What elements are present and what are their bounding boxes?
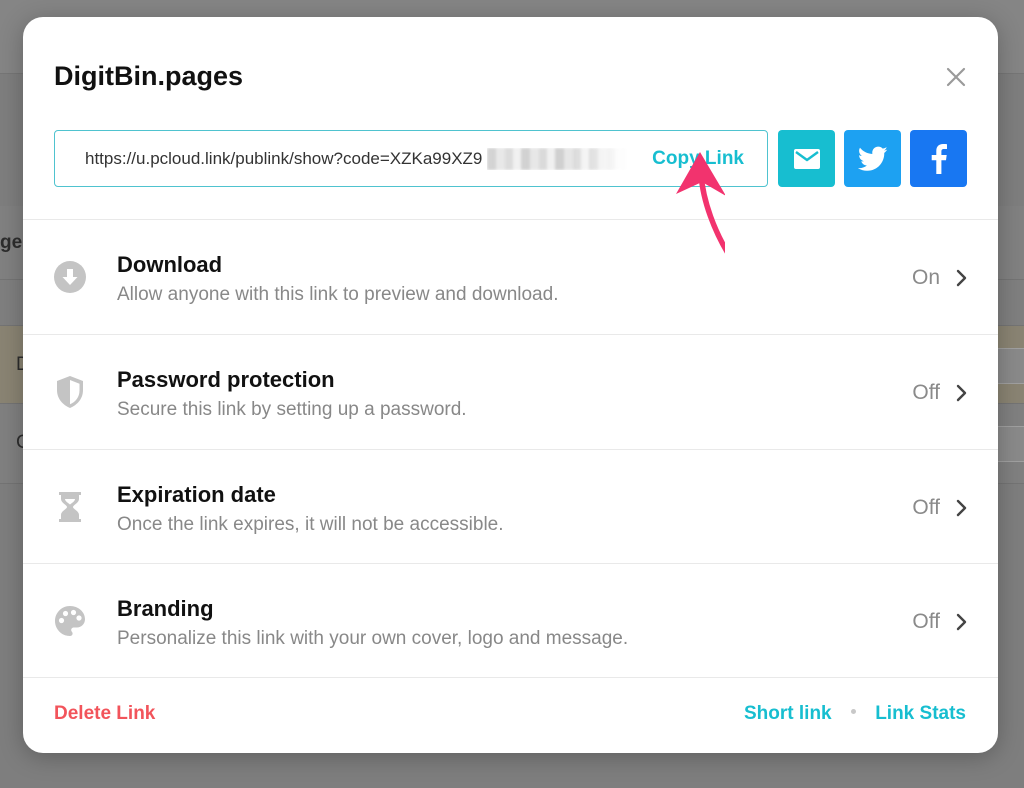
setting-description: Once the link expires, it will not be ac… — [117, 514, 504, 535]
separator-dot — [850, 709, 856, 715]
short-link-button[interactable]: Short link — [744, 703, 832, 724]
chevron-right-icon — [956, 499, 967, 517]
copy-link-button[interactable]: Copy Link — [652, 131, 744, 186]
setting-title: Branding — [117, 596, 214, 621]
mail-icon — [793, 148, 820, 169]
share-twitter-button[interactable] — [844, 130, 901, 187]
setting-description: Personalize this link with your own cove… — [117, 628, 629, 649]
share-email-button[interactable] — [778, 130, 835, 187]
palette-icon — [53, 604, 87, 638]
setting-status: Off — [912, 381, 940, 404]
share-link-dialog: DigitBin.pages https://u.pcloud.link/pub… — [23, 17, 998, 753]
share-link-field[interactable]: https://u.pcloud.link/publink/show?code=… — [54, 130, 768, 187]
branding-setting-row[interactable]: Branding Personalize this link with your… — [23, 564, 998, 678]
background-link-button — [994, 426, 1024, 462]
hourglass-icon — [53, 490, 87, 524]
download-setting-row[interactable]: Download Allow anyone with this link to … — [23, 220, 998, 334]
setting-title: Expiration date — [117, 482, 276, 507]
close-icon — [946, 67, 966, 87]
share-facebook-button[interactable] — [910, 130, 967, 187]
setting-status: Off — [912, 496, 940, 519]
password-protection-setting-row[interactable]: Password protection Secure this link by … — [23, 335, 998, 449]
download-circle-icon — [53, 260, 87, 294]
close-button[interactable] — [946, 67, 966, 87]
setting-title: Password protection — [117, 367, 335, 392]
redacted-link-part — [487, 148, 627, 170]
background-text-fragment: ge — [0, 232, 23, 253]
setting-status: On — [911, 266, 940, 289]
chevron-right-icon — [956, 613, 967, 631]
twitter-icon — [857, 146, 887, 171]
shield-icon — [53, 375, 87, 409]
setting-status: Off — [912, 610, 940, 633]
setting-title: Download — [117, 252, 223, 277]
expiration-date-setting-row[interactable]: Expiration date Once the link expires, i… — [23, 450, 998, 564]
setting-description: Secure this link by setting up a passwor… — [117, 399, 467, 420]
footer-links: Short link Link Stats — [744, 703, 966, 725]
chevron-right-icon — [956, 384, 967, 402]
background-link-button — [994, 348, 1024, 384]
facebook-icon — [931, 143, 947, 174]
delete-link-button[interactable]: Delete Link — [54, 703, 155, 725]
dialog-title: DigitBin.pages — [54, 61, 244, 91]
divider — [23, 677, 998, 678]
chevron-right-icon — [956, 269, 967, 287]
link-stats-button[interactable]: Link Stats — [875, 703, 966, 724]
setting-description: Allow anyone with this link to preview a… — [117, 284, 559, 305]
